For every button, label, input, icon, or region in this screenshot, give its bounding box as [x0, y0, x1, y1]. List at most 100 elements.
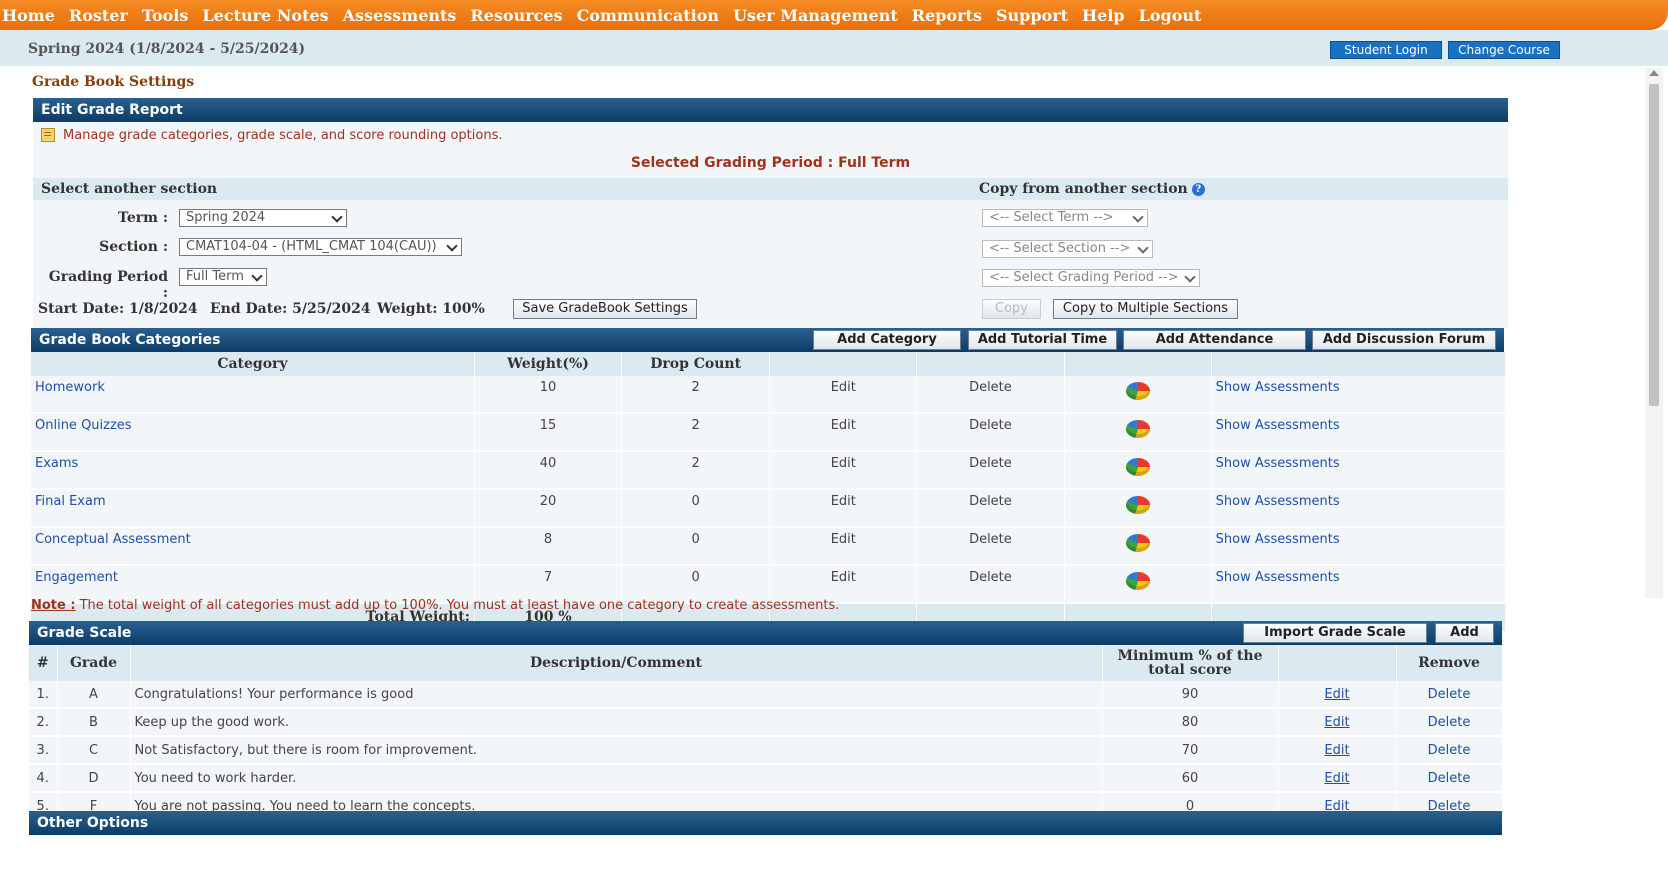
vertical-scrollbar[interactable] [1645, 68, 1663, 598]
grade-scale-panel: Grade Scale Import Grade Scale Add # Gra… [29, 621, 1503, 821]
category-name-link[interactable]: Engagement [35, 570, 118, 585]
delete-link[interactable]: Delete [916, 413, 1065, 452]
note-text: The total weight of all categories must … [79, 598, 840, 613]
nav-user-management[interactable]: User Management [733, 6, 898, 25]
delete-link[interactable]: Delete [1428, 771, 1471, 786]
categories-header: Grade Book Categories Add Category Add T… [31, 328, 1504, 352]
nav-resources[interactable]: Resources [470, 6, 562, 25]
scroll-thumb[interactable] [1649, 84, 1659, 406]
term-select[interactable]: Spring 2024 [179, 209, 347, 227]
grade-letter: B [57, 708, 131, 737]
show-assessments-link[interactable]: Show Assessments [1216, 494, 1340, 509]
scroll-up-icon[interactable] [1649, 70, 1659, 76]
copy-grading-period-select[interactable]: <-- Select Grading Period --> [982, 269, 1200, 287]
grading-period-select[interactable]: Full Term [179, 268, 267, 286]
delete-link[interactable]: Delete [1428, 743, 1471, 758]
category-drop-count: 0 [621, 489, 771, 528]
help-icon[interactable]: ? [1191, 183, 1205, 196]
category-name-link[interactable]: Online Quizzes [35, 418, 132, 433]
edit-link[interactable]: Edit [769, 413, 918, 452]
section-select-value: CMAT104-04 - (HTML_CMAT 104(CAU)) [186, 239, 437, 254]
table-row: Homework 10 2 Edit Delete Show Assessmen… [31, 376, 1507, 414]
grade-minimum: 90 [1102, 681, 1279, 709]
pie-chart-icon[interactable] [1125, 534, 1150, 552]
import-grade-scale-button[interactable]: Import Grade Scale [1243, 623, 1427, 643]
table-row: 1. A Congratulations! Your performance i… [29, 681, 1503, 709]
change-course-button[interactable]: Change Course [1448, 41, 1560, 59]
copy-term-select-value: <-- Select Term --> [989, 210, 1114, 225]
col-description: Description/Comment [130, 645, 1103, 681]
grading-period-select-value: Full Term [186, 269, 244, 284]
delete-link[interactable]: Delete [916, 565, 1065, 604]
term-label: Spring 2024 (1/8/2024 - 5/25/2024) [28, 41, 306, 57]
col-drop-count: Drop Count [621, 352, 771, 376]
category-name-link[interactable]: Homework [35, 380, 105, 395]
edit-link[interactable]: Edit [1324, 771, 1349, 786]
pie-chart-icon[interactable] [1125, 458, 1150, 476]
delete-link[interactable]: Delete [916, 376, 1065, 414]
delete-link[interactable]: Delete [916, 451, 1065, 490]
note-label: Note : [31, 598, 76, 613]
other-options-header: Other Options [29, 811, 1502, 835]
nav-assessments[interactable]: Assessments [343, 6, 457, 25]
nav-communication[interactable]: Communication [577, 6, 720, 25]
show-assessments-link[interactable]: Show Assessments [1216, 418, 1340, 433]
edit-link[interactable]: Edit [769, 451, 918, 490]
edit-link[interactable]: Edit [1324, 687, 1349, 702]
delete-link[interactable]: Delete [916, 489, 1065, 528]
category-name-link[interactable]: Conceptual Assessment [35, 532, 191, 547]
chevron-down-icon [1184, 271, 1196, 283]
add-tutorial-time-button[interactable]: Add Tutorial Time [968, 330, 1117, 350]
delete-link[interactable]: Delete [1428, 715, 1471, 730]
add-grade-button[interactable]: Add [1435, 623, 1494, 643]
nav-home[interactable]: Home [2, 6, 55, 25]
nav-help[interactable]: Help [1082, 6, 1125, 25]
category-name-link[interactable]: Final Exam [35, 494, 106, 509]
copy-section-select[interactable]: <-- Select Section --> [982, 240, 1153, 258]
nav-tools[interactable]: Tools [142, 6, 189, 25]
table-row: 3. C Not Satisfactory, but there is room… [29, 736, 1503, 765]
category-name-link[interactable]: Exams [35, 456, 78, 471]
nav-logout[interactable]: Logout [1139, 6, 1202, 25]
copy-to-multiple-sections-button[interactable]: Copy to Multiple Sections [1053, 299, 1238, 319]
show-assessments-link[interactable]: Show Assessments [1216, 456, 1340, 471]
chevron-down-icon [1132, 211, 1144, 223]
edit-link[interactable]: Edit [1324, 743, 1349, 758]
pie-chart-icon[interactable] [1125, 420, 1150, 438]
copy-button[interactable]: Copy [982, 299, 1041, 319]
delete-link[interactable]: Delete [916, 527, 1065, 566]
edit-link[interactable]: Edit [1324, 715, 1349, 730]
start-date: Start Date: 1/8/2024 [38, 301, 198, 317]
add-attendance-button[interactable]: Add Attendance [1123, 330, 1306, 350]
edit-grade-report-panel: Edit Grade Report Manage grade categorie… [33, 98, 1508, 328]
nav-lecture-notes[interactable]: Lecture Notes [202, 6, 328, 25]
grade-minimum: 70 [1102, 736, 1279, 765]
end-date: End Date: 5/25/2024 [210, 301, 371, 317]
edit-link[interactable]: Edit [769, 376, 918, 414]
student-login-button[interactable]: Student Login [1330, 41, 1442, 59]
add-discussion-forum-button[interactable]: Add Discussion Forum [1312, 330, 1496, 350]
table-row: Conceptual Assessment 8 0 Edit Delete Sh… [31, 527, 1507, 566]
note-bar: Note : The total weight of all categories… [31, 598, 839, 613]
add-category-button[interactable]: Add Category [813, 330, 961, 350]
show-assessments-link[interactable]: Show Assessments [1216, 380, 1340, 395]
pie-chart-icon[interactable] [1125, 496, 1150, 514]
category-weight: 8 [474, 527, 623, 566]
edit-link[interactable]: Edit [769, 489, 918, 528]
grade-minimum: 80 [1102, 708, 1279, 737]
categories-title: Grade Book Categories [39, 332, 221, 348]
show-assessments-link[interactable]: Show Assessments [1216, 532, 1340, 547]
section-label: Section : [99, 239, 168, 255]
nav-support[interactable]: Support [996, 6, 1068, 25]
delete-link[interactable]: Delete [1428, 687, 1471, 702]
save-gradebook-settings-button[interactable]: Save GradeBook Settings [513, 299, 697, 319]
edit-link[interactable]: Edit [769, 527, 918, 566]
show-assessments-link[interactable]: Show Assessments [1216, 570, 1340, 585]
pie-chart-icon[interactable] [1125, 382, 1150, 400]
nav-roster[interactable]: Roster [69, 6, 128, 25]
pie-chart-icon[interactable] [1125, 572, 1150, 590]
col-num: # [29, 645, 58, 681]
section-select[interactable]: CMAT104-04 - (HTML_CMAT 104(CAU)) [179, 238, 462, 256]
copy-term-select[interactable]: <-- Select Term --> [982, 209, 1148, 227]
nav-reports[interactable]: Reports [912, 6, 982, 25]
